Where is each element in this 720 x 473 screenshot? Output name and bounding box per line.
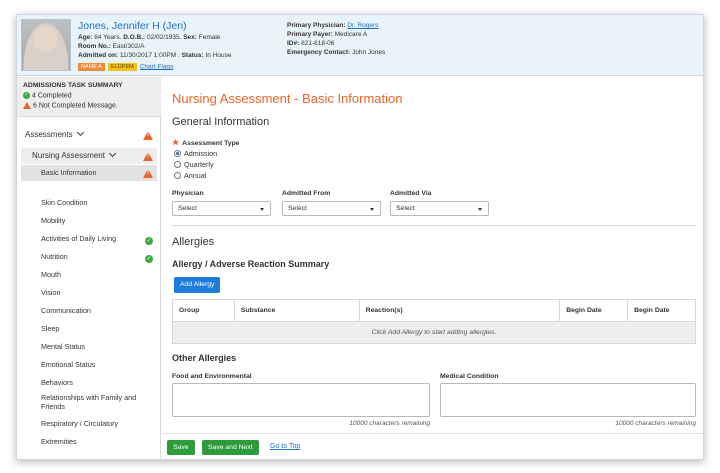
primary-physician: Primary Physician: Dr. Rogers — [287, 22, 379, 29]
sidebar-item-behaviors[interactable]: Behaviors — [21, 375, 157, 391]
warning-icon — [143, 131, 153, 140]
save-button[interactable]: Save — [167, 440, 195, 455]
admitted-from-select[interactable]: Select — [282, 201, 381, 216]
medical-characters-remaining: 10000 characters remaining — [615, 420, 696, 427]
task-summary-title: ADMISSIONS TASK SUMMARY — [23, 82, 123, 89]
primary-physician-link[interactable]: Dr. Rogers — [347, 22, 378, 29]
patient-room: Room No.: East/302/A — [78, 43, 145, 50]
flag-badge: ELOPEM — [107, 62, 137, 71]
empty-table-message: Click Add Allergy to start adding allerg… — [172, 321, 696, 344]
table-header-row: Group Substance Reaction(s) Begin Date B… — [172, 299, 696, 322]
sidebar-section-assessments[interactable]: Assessments — [17, 127, 161, 143]
allergies-heading: Allergies — [172, 236, 215, 248]
column-header: Begin Date — [627, 299, 696, 322]
sidebar: ADMISSIONS TASK SUMMARY ✓ 4 Completed 6 N… — [17, 77, 161, 459]
sidebar-item-emotional-status[interactable]: Emotional Status — [21, 357, 157, 373]
sidebar-item-skin-condition[interactable]: Skin Condition — [21, 195, 157, 211]
patient-admission: Admitted on: 11/30/2017 1:00PM . Status:… — [78, 52, 232, 59]
food-environmental-label: Food and Environmental — [172, 373, 252, 380]
sidebar-item-vision[interactable]: Vision — [21, 285, 157, 301]
task-summary: ADMISSIONS TASK SUMMARY ✓ 4 Completed 6 N… — [17, 77, 161, 117]
sidebar-item-communication[interactable]: Communication — [21, 303, 157, 319]
sidebar-item-sleep[interactable]: Sleep — [21, 321, 157, 337]
assessment-type-label: ★ Assessment Type — [172, 138, 240, 147]
allergy-summary-heading: Allergy / Adverse Reaction Summary — [172, 259, 330, 269]
patient-photo — [21, 19, 71, 71]
food-environmental-textarea[interactable] — [172, 383, 430, 417]
chart-flags: NAME A ELOPEM Chart Flags — [78, 62, 173, 71]
form-footer: Save Save and Next Go to Top — [162, 433, 703, 459]
caret-down-icon — [478, 208, 482, 211]
check-icon: ✓ — [145, 255, 153, 263]
sidebar-item-activities-of-daily-living[interactable]: Activities of Daily Living ✓ — [21, 231, 157, 247]
completed-count: ✓ 4 Completed — [23, 92, 72, 100]
add-allergy-button[interactable]: Add Allergy — [174, 277, 221, 293]
admitted-from-label: Admitted From — [282, 190, 331, 197]
medical-condition-label: Medical Condition — [440, 373, 499, 380]
admitted-via-label: Admitted Via — [390, 190, 432, 197]
not-completed-count: 6 Not Completed Message. — [23, 102, 118, 109]
app-window: Jones, Jennifer H (Jen) Age: 84 Years. D… — [16, 14, 704, 460]
sidebar-item-mobility[interactable]: Mobility — [21, 213, 157, 229]
chevron-down-icon — [108, 149, 116, 158]
radio-annual[interactable]: Annual — [174, 171, 206, 180]
caret-down-icon — [260, 208, 264, 211]
sidebar-item-mouth[interactable]: Mouth — [21, 267, 157, 283]
primary-payer: Primary Payer: Medicare A — [287, 31, 368, 38]
page-title: Nursing Assessment - Basic Information — [172, 91, 403, 106]
check-icon: ✓ — [145, 237, 153, 245]
sidebar-item-basic-information[interactable]: Basic Information — [21, 165, 157, 181]
sidebar-subsection-nursing-assessment[interactable]: Nursing Assessment — [21, 148, 157, 164]
food-characters-remaining: 10000 characters remaining — [349, 420, 430, 427]
medical-condition-textarea[interactable] — [440, 383, 696, 417]
check-icon: ✓ — [23, 92, 30, 99]
patient-id: ID#: 821-618-06 — [287, 40, 335, 47]
allergy-table: Group Substance Reaction(s) Begin Date B… — [172, 299, 696, 344]
sidebar-item-nutrition[interactable]: Nutrition ✓ — [21, 249, 157, 265]
table-row: Click Add Allergy to start adding allerg… — [172, 321, 696, 344]
required-star-icon: ★ — [172, 138, 180, 147]
sidebar-item-respiratory-circulatory[interactable]: Respiratory / Circulatory — [21, 416, 157, 432]
sidebar-item-extremities[interactable]: Extremities — [21, 434, 157, 450]
sidebar-item-mental-status[interactable]: Mental Status — [21, 339, 157, 355]
physician-label: Physician — [172, 190, 204, 197]
go-to-top-link[interactable]: Go to Top — [270, 443, 300, 450]
admitted-via-select[interactable]: Select — [390, 201, 489, 216]
save-and-next-button[interactable]: Save and Next — [202, 440, 259, 455]
other-allergies-heading: Other Allergies — [172, 353, 237, 363]
patient-name[interactable]: Jones, Jennifer H (Jen) — [78, 20, 187, 32]
column-header: Substance — [233, 299, 360, 322]
column-header: Reaction(s) — [358, 299, 561, 322]
physician-select[interactable]: Select — [172, 201, 271, 216]
general-information-heading: General Information — [172, 116, 270, 128]
caret-down-icon — [370, 208, 374, 211]
column-header: Group — [172, 299, 235, 322]
warning-icon — [143, 169, 153, 178]
flag-badge: NAME A — [78, 62, 105, 71]
chevron-down-icon — [76, 128, 84, 137]
section-divider — [172, 225, 696, 226]
emergency-contact: Emergency Contact: John Jones — [287, 49, 386, 56]
radio-quarterly[interactable]: Quarterly — [174, 160, 214, 169]
patient-demographics: Age: 84 Years. D.O.B.: 02/02/1935. Sex: … — [78, 34, 221, 41]
chart-flags-link[interactable]: Chart Flags — [140, 63, 174, 70]
patient-header: Jones, Jennifer H (Jen) Age: 84 Years. D… — [17, 15, 703, 76]
warning-icon — [143, 152, 153, 161]
main-content: Nursing Assessment - Basic Information G… — [162, 77, 703, 433]
column-header: Begin Date — [559, 299, 629, 322]
sidebar-item-relationships[interactable]: Relationships with Family and Friends — [21, 392, 157, 414]
radio-admission[interactable]: Admission — [174, 149, 217, 158]
warning-icon — [23, 102, 31, 109]
